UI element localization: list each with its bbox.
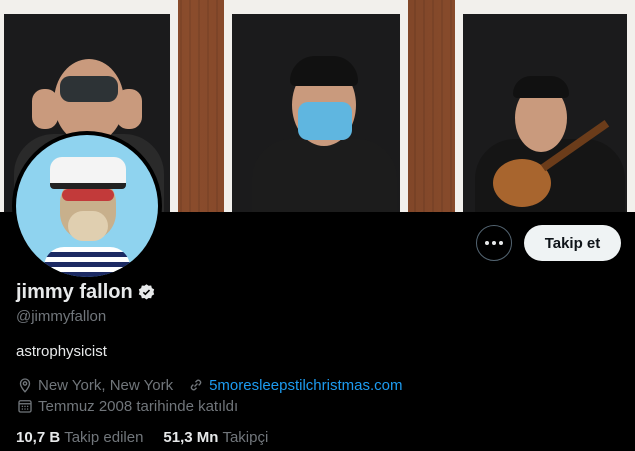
calendar-icon [18,400,32,413]
profile-stats: 10,7 B Takip edilen 51,3 Mn Takipçi [16,429,288,446]
followers-label: Takipçi [222,429,269,446]
display-name: jimmy fallon [16,281,133,303]
profile-meta-row: New York, New York 5moresleepstilchristm… [16,376,416,394]
location-text: New York, New York [38,376,174,394]
joined-text: Temmuz 2008 tarihinde katıldı [38,397,239,415]
more-dots-icon [485,241,489,245]
verified-badge-icon[interactable] [137,283,156,302]
profile-name-row: jimmy fallon [16,281,156,304]
following-label: Takip edilen [64,429,144,446]
website-item: 5moresleepstilchristmas.com [187,376,402,394]
followers-stat[interactable]: 51,3 Mn Takipçi [163,429,268,446]
link-icon [190,379,202,391]
banner-photo-mask [224,0,408,212]
profile-handle: @jimmyfallon [16,308,107,325]
banner-photo-ukulele [455,0,635,212]
location-item: New York, New York [16,376,173,394]
profile-avatar[interactable] [12,131,162,281]
profile-bio: astrophysicist [16,343,107,360]
avatar-sunglasses [62,189,114,201]
following-stat[interactable]: 10,7 B Takip edilen [16,429,143,446]
avatar-shirt [44,247,130,277]
website-link[interactable]: 5moresleepstilchristmas.com [209,377,402,394]
follow-button[interactable]: Takip et [524,225,621,261]
joined-item: Temmuz 2008 tarihinde katıldı [16,397,238,415]
location-pin-icon [19,378,31,393]
following-count: 10,7 B [16,429,61,446]
more-options-button[interactable] [476,225,512,261]
profile-joined-row: Temmuz 2008 tarihinde katıldı [16,397,252,415]
avatar-captain-hat [50,157,126,189]
followers-count: 51,3 Mn [163,429,219,446]
